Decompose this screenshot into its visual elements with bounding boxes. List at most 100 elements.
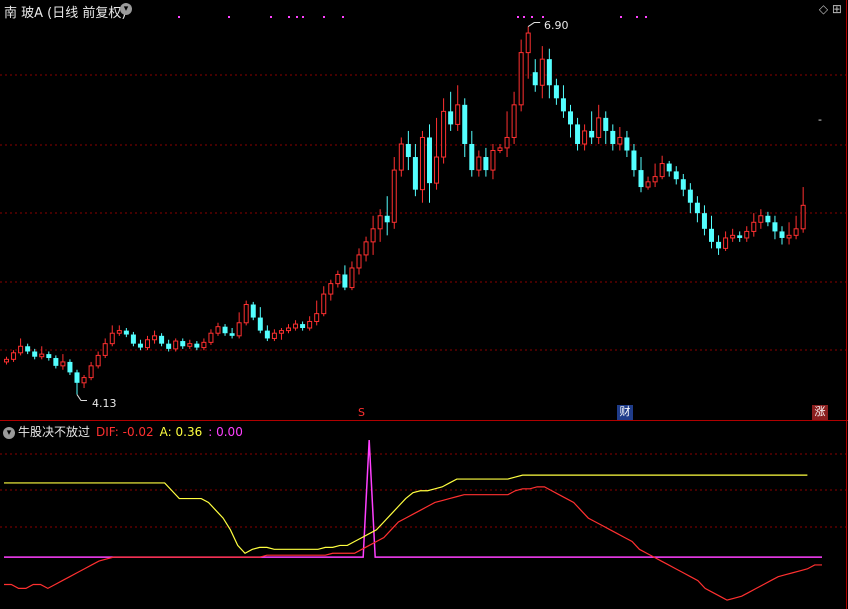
candle-body <box>208 332 214 343</box>
candle-body <box>32 351 38 357</box>
candle-body <box>25 346 31 352</box>
candle-body <box>427 137 432 184</box>
candle-body <box>645 181 651 188</box>
candle-body <box>67 361 73 373</box>
candle-body <box>81 377 87 384</box>
candle-body <box>744 230 750 239</box>
candle-body <box>349 267 355 289</box>
candle-body <box>455 104 461 125</box>
indicator-header: ▾ 牛股决不放过 DIF: -0.02 A: 0.36: 0.00 <box>0 423 243 439</box>
candle-body <box>159 335 165 344</box>
toolbar-icons[interactable]: ◇ ⊞ <box>819 2 842 16</box>
low-pointer <box>76 394 87 402</box>
candle-body <box>74 372 80 383</box>
candle-body <box>137 343 143 348</box>
candle-body <box>701 213 707 229</box>
candle-body <box>596 117 602 138</box>
candle-body <box>539 58 545 86</box>
candle-body <box>434 156 440 184</box>
candle-body <box>53 358 59 366</box>
candle-body <box>553 85 559 99</box>
candle-body <box>709 228 714 242</box>
marker-zhang[interactable]: 涨 <box>812 405 828 420</box>
candlestick-chart[interactable] <box>0 0 848 420</box>
candle-body <box>222 326 228 334</box>
candle-body <box>236 322 242 337</box>
candle-body <box>800 204 806 230</box>
candle-body <box>483 157 489 171</box>
candle-body <box>497 147 503 152</box>
a-value: A: 0.36 <box>159 425 203 439</box>
candle-body <box>441 110 447 158</box>
candle-body <box>307 320 313 329</box>
candle-body <box>779 231 785 238</box>
candle-body <box>652 176 658 183</box>
candle-body <box>377 215 383 230</box>
candle-body <box>145 339 150 349</box>
candle-body <box>39 353 45 358</box>
main-price-chart[interactable] <box>0 0 848 420</box>
candle-body <box>751 221 757 232</box>
candle-body <box>46 354 52 359</box>
right-border <box>846 0 847 609</box>
candle-body <box>328 283 334 295</box>
candle-body <box>518 52 524 106</box>
candle-body <box>264 330 270 339</box>
candle-body <box>758 215 764 223</box>
candle-body <box>624 137 630 151</box>
candle-body <box>102 343 108 356</box>
candle-body <box>575 124 581 144</box>
marker-cai[interactable]: 财 <box>617 405 633 420</box>
high-price-label: 6.90 <box>544 19 569 32</box>
candle-body <box>730 234 736 239</box>
dif-value: DIF: -0.02 <box>96 425 154 439</box>
candle-body <box>673 171 679 180</box>
candle-body <box>786 234 792 239</box>
candle-body <box>300 324 306 328</box>
candle-body <box>511 104 517 138</box>
candle-body <box>546 59 552 86</box>
candle-body <box>384 215 390 223</box>
c-line <box>4 439 822 558</box>
candle-body <box>363 241 369 256</box>
candle-body <box>314 313 320 322</box>
stock-title: 南 玻A (日线 前复权) <box>4 6 127 21</box>
candle-body <box>716 241 722 249</box>
candle-body <box>95 354 101 367</box>
candle-body <box>525 32 531 54</box>
candle-body <box>286 327 291 332</box>
candle-body <box>490 150 496 171</box>
candle-body <box>617 136 623 145</box>
candle-body <box>737 235 743 238</box>
candle-body <box>469 143 475 171</box>
candle-body <box>180 341 186 347</box>
candle-body <box>793 228 799 236</box>
high-pointer <box>527 22 541 27</box>
marker-s[interactable]: S <box>358 406 365 419</box>
candle-body <box>293 323 299 329</box>
chevron-down-icon[interactable]: ▾ <box>120 3 132 15</box>
candle-body <box>187 343 193 347</box>
candle-body <box>582 130 588 145</box>
candle-body <box>88 365 94 379</box>
candle-body <box>398 143 404 171</box>
candle-body <box>109 332 115 345</box>
candle-body <box>560 98 566 112</box>
candle-body <box>772 222 778 232</box>
candle-body <box>476 156 482 171</box>
candle-body <box>419 136 425 191</box>
candle-body <box>18 345 24 354</box>
candle-body <box>448 111 454 125</box>
candle-body <box>250 304 256 318</box>
candle-body <box>321 293 327 315</box>
candle-body <box>243 304 249 324</box>
candle-body <box>60 361 66 367</box>
chevron-down-icon[interactable]: ▾ <box>3 427 15 439</box>
candle-body <box>215 326 221 334</box>
candle-body <box>356 254 362 269</box>
panel-divider[interactable] <box>0 420 848 421</box>
candle-body <box>342 274 348 288</box>
candle-body <box>116 330 122 334</box>
candle-body <box>603 117 609 131</box>
candle-body <box>631 150 637 171</box>
